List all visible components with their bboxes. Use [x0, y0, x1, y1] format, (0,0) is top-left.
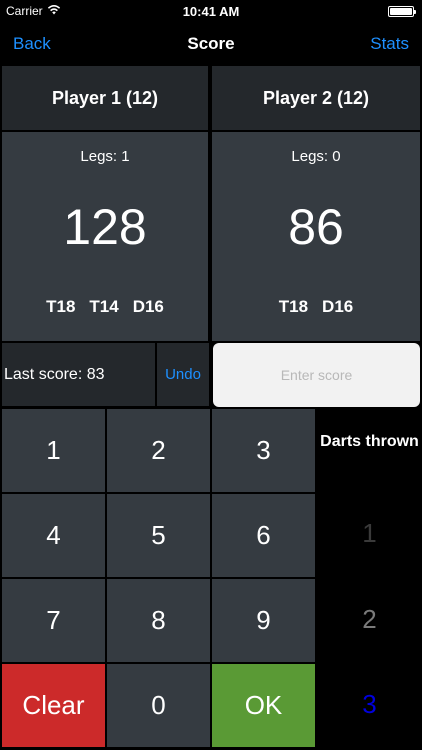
key-3[interactable]: 3 [212, 409, 315, 492]
player-2-checkout: T18 D16 [212, 297, 420, 317]
checkout-dart: D16 [132, 297, 164, 316]
key-2[interactable]: 2 [107, 409, 210, 492]
status-time: 10:41 AM [182, 3, 240, 19]
stats-button[interactable]: Stats [370, 34, 409, 54]
darts-thrown-label: Darts thrown [320, 433, 419, 450]
key-5[interactable]: 5 [107, 494, 210, 577]
key-8[interactable]: 8 [107, 579, 210, 662]
last-score: Last score: 83 [2, 343, 155, 406]
player-2-score-panel: Legs: 0 86 T18 D16 [212, 132, 420, 341]
darts-thrown-option-1[interactable]: 1 [317, 518, 422, 549]
player-2-legs: Legs: 0 [291, 148, 341, 165]
key-6[interactable]: 6 [212, 494, 315, 577]
checkout-dart: D16 [322, 297, 354, 316]
player-1-checkout: T18 T14 D16 [2, 297, 208, 317]
undo-button[interactable]: Undo [157, 343, 209, 406]
key-4[interactable]: 4 [2, 494, 105, 577]
battery-icon [388, 5, 416, 17]
player-1-remaining-score: 128 [63, 199, 147, 255]
checkout-dart: T14 [89, 297, 119, 316]
key-1[interactable]: 1 [2, 409, 105, 492]
key-7[interactable]: 7 [2, 579, 105, 662]
darts-thrown-option-2[interactable]: 2 [317, 604, 422, 635]
score-input[interactable] [213, 343, 420, 407]
checkout-dart: T18 [46, 297, 76, 316]
player-1-name: Player 1 (12) [2, 66, 208, 130]
player-1-legs: Legs: 1 [80, 148, 130, 165]
clear-button[interactable]: Clear [2, 664, 105, 747]
navigation-bar: Back Score Stats [0, 22, 422, 66]
player-1-score-panel: Legs: 1 128 T18 T14 D16 [2, 132, 208, 341]
player-2-remaining-score: 86 [288, 199, 344, 255]
darts-thrown-option-3[interactable]: 3 [317, 689, 422, 720]
checkout-dart: T18 [278, 297, 309, 316]
status-bar: Carrier 10:41 AM [0, 0, 422, 22]
back-button[interactable]: Back [13, 34, 51, 54]
ok-button[interactable]: OK [212, 664, 315, 747]
player-2-name: Player 2 (12) [212, 66, 420, 130]
key-0[interactable]: 0 [107, 664, 210, 747]
page-title: Score [187, 34, 235, 53]
key-9[interactable]: 9 [212, 579, 315, 662]
